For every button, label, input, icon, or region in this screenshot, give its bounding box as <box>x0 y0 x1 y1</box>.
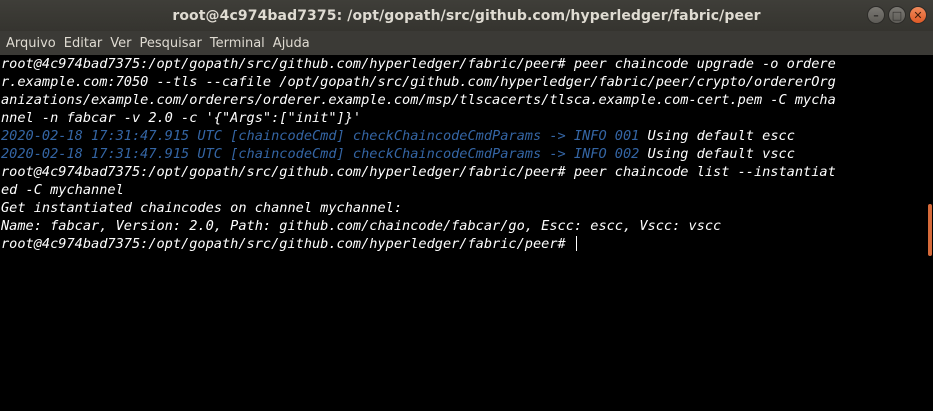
terminal-line: root@4c974bad7375:/opt/gopath/src/github… <box>0 163 925 181</box>
terminal-line: 2020-02-18 17:31:47.915 UTC [chaincodeCm… <box>0 127 925 145</box>
line-text: anizations/example.com/orderers/orderer.… <box>1 92 836 108</box>
line-text: Using default vscc <box>639 146 795 162</box>
line-text: root@4c974bad7375:/opt/gopath/src/github… <box>1 236 574 252</box>
line-text: root@4c974bad7375:/opt/gopath/src/github… <box>1 164 836 180</box>
terminal-line: root@4c974bad7375:/opt/gopath/src/github… <box>0 55 925 73</box>
terminal-line: r.example.com:7050 --tls --cafile /opt/g… <box>0 73 925 91</box>
terminal-line: ed -C mychannel <box>0 181 925 199</box>
line-text: ed -C mychannel <box>1 182 124 198</box>
terminal-line: Name: fabcar, Version: 2.0, Path: github… <box>0 217 925 235</box>
menu-ajuda[interactable]: Ajuda <box>270 36 313 51</box>
scrollbar[interactable] <box>925 55 933 411</box>
menu-pesquisar[interactable]: Pesquisar <box>137 36 205 51</box>
terminal-line: root@4c974bad7375:/opt/gopath/src/github… <box>0 235 925 253</box>
line-text: root@4c974bad7375:/opt/gopath/src/github… <box>1 56 836 72</box>
line-text: Name: fabcar, Version: 2.0, Path: github… <box>1 218 722 234</box>
terminal-line: anizations/example.com/orderers/orderer.… <box>0 91 925 109</box>
line-text: r.example.com:7050 --tls --cafile /opt/g… <box>1 74 836 90</box>
terminal-line: 2020-02-18 17:31:47.915 UTC [chaincodeCm… <box>0 145 925 163</box>
maximize-button[interactable]: □ <box>888 6 906 24</box>
menu-arquivo[interactable]: Arquivo <box>3 36 59 51</box>
terminal-line: nnel -n fabcar -v 2.0 -c '{"Args":["init… <box>0 109 925 127</box>
window-controls: – □ ✕ <box>867 6 927 24</box>
line-text: nnel -n fabcar -v 2.0 -c '{"Args":["init… <box>1 110 362 126</box>
minimize-button[interactable]: – <box>867 6 885 24</box>
log-prefix: 2020-02-18 17:31:47.915 UTC [chaincodeCm… <box>1 146 640 162</box>
menu-bar: Arquivo Editar Ver Pesquisar Terminal Aj… <box>0 31 933 55</box>
scrollbar-thumb[interactable] <box>928 204 932 256</box>
window-title: root@4c974bad7375: /opt/gopath/src/githu… <box>172 7 761 24</box>
text-cursor <box>575 236 577 251</box>
log-prefix: 2020-02-18 17:31:47.915 UTC [chaincodeCm… <box>1 128 640 144</box>
title-bar[interactable]: root@4c974bad7375: /opt/gopath/src/githu… <box>0 0 933 31</box>
line-text: Get instantiated chaincodes on channel m… <box>1 200 403 216</box>
menu-editar[interactable]: Editar <box>61 36 106 51</box>
line-text: Using default escc <box>639 128 795 144</box>
terminal-line: Get instantiated chaincodes on channel m… <box>0 199 925 217</box>
terminal-output[interactable]: root@4c974bad7375:/opt/gopath/src/github… <box>0 55 925 411</box>
menu-ver[interactable]: Ver <box>107 36 134 51</box>
close-button[interactable]: ✕ <box>909 6 927 24</box>
terminal-window: root@4c974bad7375: /opt/gopath/src/githu… <box>0 0 933 411</box>
menu-terminal[interactable]: Terminal <box>207 36 268 51</box>
